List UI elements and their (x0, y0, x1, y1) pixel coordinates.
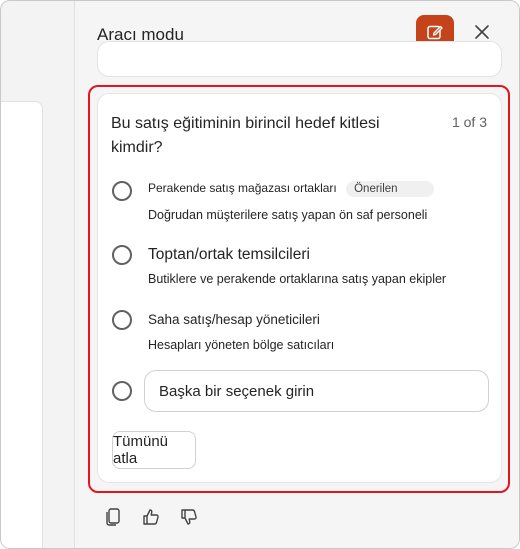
option-retail-associates[interactable]: Perakende satış mağazası ortakları Öneri… (112, 181, 492, 231)
option-radio[interactable] (112, 181, 132, 201)
background-document-card (1, 101, 43, 548)
option-description: Hesapları yöneten bölge satıcıları (148, 338, 335, 352)
question-card: Bu satış eğitiminin birincil hedef kitle… (97, 93, 502, 483)
copy-button[interactable] (101, 507, 125, 531)
skip-all-button[interactable]: Tümünü atla (112, 431, 196, 469)
dislike-button[interactable] (177, 507, 201, 531)
app-window: Aracı modu Bu satış eğitiminin birincil … (0, 0, 520, 549)
option-radio[interactable] (112, 381, 132, 401)
option-radio[interactable] (112, 310, 132, 330)
option-title: Toptan/ortak temsilcileri (148, 246, 310, 263)
agent-pane: Aracı modu Bu satış eğitiminin birincil … (75, 1, 519, 548)
feedback-bar (101, 507, 201, 531)
thumbs-down-icon (179, 507, 199, 532)
question-text: Bu satış eğitiminin birincil hedef kitle… (111, 115, 380, 156)
option-description: Butiklere ve perakende ortaklarına satış… (148, 272, 447, 286)
option-description: Doğrudan müşterilere satış yapan ön saf … (148, 208, 428, 222)
previous-message-card (97, 41, 502, 77)
option-radio[interactable] (112, 245, 132, 265)
option-title: Perakende satış mağazası ortakları (148, 181, 337, 196)
background-document-area (1, 1, 75, 548)
option-field-sales[interactable]: Saha satış/hesap yöneticileri Hesapları … (112, 310, 492, 360)
custom-option-input[interactable] (144, 370, 489, 412)
copy-icon (104, 507, 122, 532)
recommended-badge: Önerilen (346, 181, 435, 197)
option-title: Saha satış/hesap yöneticileri (148, 312, 320, 327)
question-pager: 1 of 3 (451, 114, 487, 130)
like-button[interactable] (139, 507, 163, 531)
thumbs-up-icon (141, 507, 161, 532)
option-wholesale-reps[interactable]: Toptan/ortak temsilcileri Butiklere ve p… (112, 245, 492, 295)
